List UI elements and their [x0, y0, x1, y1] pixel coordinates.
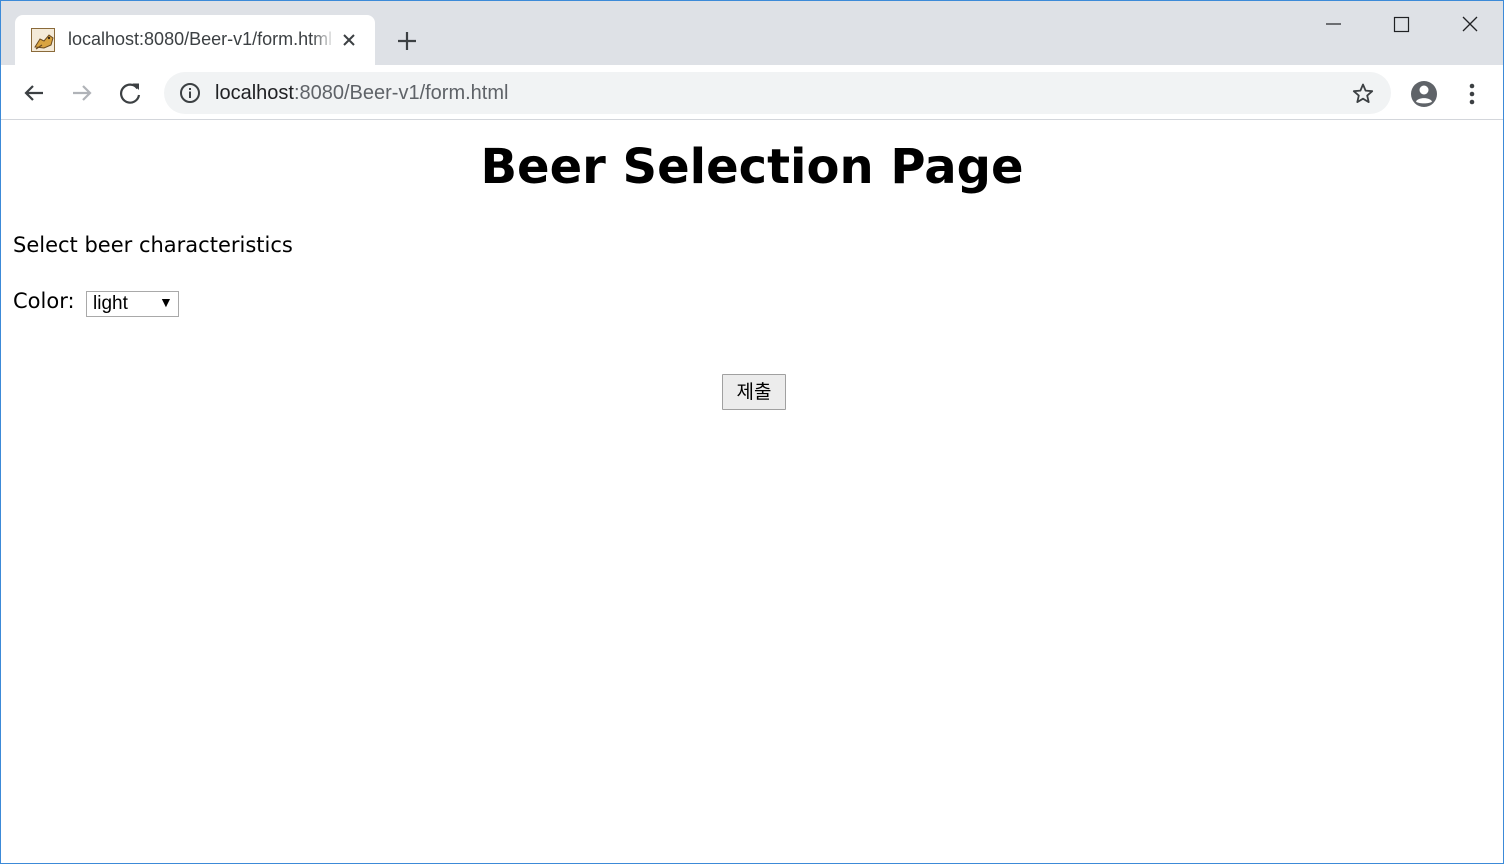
form-subtitle: Select beer characteristics — [13, 233, 293, 257]
color-select[interactable]: light ▼ — [86, 291, 179, 317]
color-select-value: light — [93, 293, 128, 314]
arrow-left-icon[interactable] — [19, 78, 49, 108]
tab-title-fade — [311, 25, 335, 55]
submit-button[interactable]: 제출 — [722, 374, 786, 410]
url-host: localhost — [215, 82, 294, 104]
browser-toolbar: localhost:8080/Beer-v1/form.html — [1, 65, 1503, 120]
browser-window: localhost:8080/Beer-v1/form.html localho… — [0, 0, 1504, 864]
color-label: Color: — [13, 289, 75, 313]
tab-strip: localhost:8080/Beer-v1/form.html — [1, 1, 1503, 65]
kebab-menu-icon[interactable] — [1459, 79, 1485, 109]
info-icon[interactable] — [178, 81, 202, 105]
arrow-right-icon[interactable] — [67, 78, 97, 108]
chevron-down-icon: ▼ — [159, 294, 173, 310]
close-icon[interactable] — [337, 28, 361, 52]
star-icon[interactable] — [1350, 81, 1376, 107]
minimize-icon[interactable] — [1303, 7, 1363, 43]
page-content: Beer Selection Page Select beer characte… — [1, 121, 1503, 863]
window-close-icon[interactable] — [1439, 7, 1499, 43]
address-bar[interactable]: localhost:8080/Beer-v1/form.html — [164, 72, 1391, 114]
maximize-icon[interactable] — [1371, 7, 1431, 43]
tomcat-icon — [31, 28, 55, 52]
page-title: Beer Selection Page — [480, 139, 1024, 195]
plus-icon[interactable] — [394, 28, 420, 54]
url-text[interactable]: localhost:8080/Beer-v1/form.html — [215, 82, 508, 105]
account-icon[interactable] — [1409, 79, 1439, 109]
reload-icon[interactable] — [115, 78, 145, 108]
tab-title: localhost:8080/Beer-v1/form.html — [68, 29, 332, 49]
tab-active[interactable]: localhost:8080/Beer-v1/form.html — [15, 15, 375, 65]
url-path: :8080/Beer-v1/form.html — [293, 82, 509, 104]
